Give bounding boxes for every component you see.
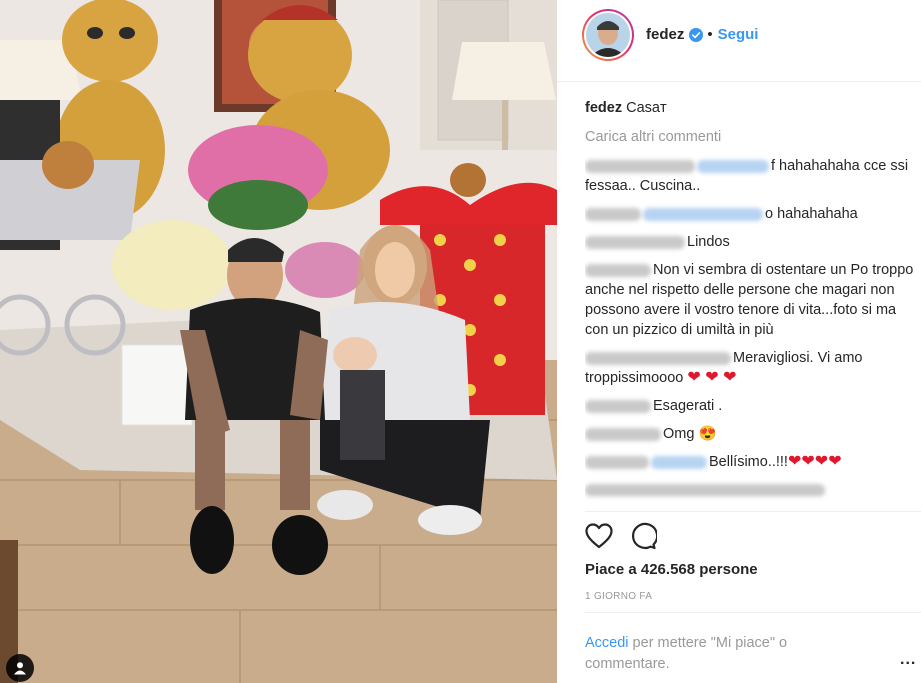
comment-text: Lindos: [687, 234, 730, 250]
commenter-name[interactable]: [585, 235, 685, 249]
action-bar: [584, 521, 658, 551]
username-link[interactable]: fedez: [646, 26, 684, 43]
comment-text: Omg: [663, 426, 695, 442]
comment-item: Lindos: [585, 232, 915, 252]
load-more-comments-button[interactable]: Carica altri commenti: [585, 127, 915, 147]
person-tag-icon: [14, 662, 26, 675]
heart-emoji-icon: ❤❤❤❤: [787, 453, 842, 470]
caption-text: Casaᴛ: [626, 100, 667, 116]
profile-picture: [586, 13, 630, 57]
caption-username[interactable]: fedez: [585, 100, 622, 116]
divider: [585, 511, 921, 512]
login-prompt: Accedi per mettere "Mi piace" o commenta…: [585, 633, 845, 675]
more-options-button[interactable]: ...: [900, 651, 916, 669]
likes-count[interactable]: Piace a 426.568 persone: [585, 561, 758, 578]
heart-outline-icon: [585, 523, 613, 549]
comments-fade: [585, 493, 915, 511]
commenter-name[interactable]: [585, 351, 731, 365]
commenter-name[interactable]: [585, 427, 661, 441]
commenter-name[interactable]: [585, 399, 651, 413]
family-photo-illustration: [0, 0, 557, 683]
verified-badge-icon: [689, 27, 704, 42]
comment-item: Meravigliosi. Vi amo troppissimoooo ❤ ❤ …: [585, 348, 915, 388]
comment-item: o hahahahaha: [585, 204, 915, 224]
comment-text: Esagerati .: [653, 398, 723, 414]
follow-button[interactable]: Segui: [718, 26, 759, 43]
post-header: fedez • Segui: [557, 0, 921, 82]
commenter-name[interactable]: [585, 207, 641, 221]
heart-eyes-emoji-icon: 😍: [698, 426, 717, 442]
avatar[interactable]: [582, 9, 634, 61]
comment-text: o hahahahaha: [765, 206, 858, 222]
comment-item: Omg 😍: [585, 424, 915, 444]
instagram-post: fedez • Segui fedez Casaᴛ Carica altri c…: [0, 0, 921, 683]
comment-button[interactable]: [628, 521, 658, 551]
post-sidebar: fedez • Segui fedez Casaᴛ Carica altri c…: [557, 0, 921, 683]
comment-item: f hahahahaha cce ssi fessaa.. Cuscina..: [585, 156, 915, 196]
speech-bubble-icon: [632, 522, 657, 550]
separator-dot: •: [707, 26, 713, 43]
header-text: fedez • Segui: [646, 26, 758, 43]
commenter-name[interactable]: [585, 159, 695, 173]
heart-emoji-icon: ❤ ❤ ❤: [687, 369, 737, 386]
mention-link[interactable]: [651, 455, 707, 469]
comments-list[interactable]: fedez Casaᴛ Carica altri commenti f haha…: [585, 98, 915, 511]
mention-link[interactable]: [697, 159, 769, 173]
divider: [585, 612, 921, 613]
commenter-name[interactable]: [585, 455, 649, 469]
like-button[interactable]: [584, 521, 614, 551]
commenter-name[interactable]: [585, 263, 651, 277]
mention-link[interactable]: [643, 207, 763, 221]
post-timestamp[interactable]: 1 GIORNO FA: [585, 591, 652, 602]
comment-text: Bellísimo..!!!: [709, 454, 788, 470]
post-photo[interactable]: [0, 0, 557, 683]
login-link[interactable]: Accedi: [585, 635, 629, 651]
caption: fedez Casaᴛ: [585, 98, 915, 118]
comment-item: Non vi sembra di ostentare un Po troppo …: [585, 260, 915, 340]
comment-item: Esagerati .: [585, 396, 915, 416]
tag-button[interactable]: [6, 654, 34, 682]
comment-item: Bellísimo..!!!❤❤❤❤: [585, 452, 915, 472]
